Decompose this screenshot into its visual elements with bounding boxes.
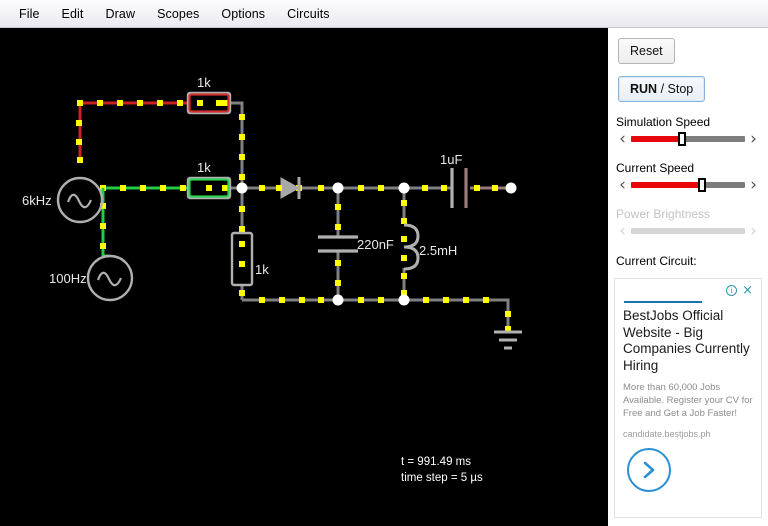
current-speed-row: ‹ › bbox=[616, 176, 760, 194]
ad-divider bbox=[624, 301, 702, 303]
ad-url[interactable]: candidate.bestjobs.ph bbox=[623, 429, 753, 439]
run-stop-button[interactable]: RUN / Stop bbox=[618, 76, 706, 102]
label-source-6khz: 6kHz bbox=[22, 193, 52, 208]
simulation-speed-label: Simulation Speed bbox=[616, 115, 711, 129]
power-brightness-track bbox=[631, 228, 745, 234]
run-label: RUN bbox=[630, 82, 658, 96]
wire-mid-green bbox=[100, 185, 188, 200]
label-capacitor-1uf: 1uF bbox=[440, 152, 462, 167]
ad-controls: i × bbox=[623, 283, 753, 298]
stop-label: / Stop bbox=[657, 82, 694, 96]
junction-node-b bbox=[332, 182, 344, 194]
simulation-speed-fill bbox=[631, 136, 683, 142]
junction-node-a bbox=[236, 182, 248, 194]
label-resistor-mid: 1k bbox=[197, 160, 211, 175]
chevron-left-icon[interactable]: ‹ bbox=[616, 130, 629, 148]
close-icon[interactable]: × bbox=[742, 284, 753, 297]
current-circuit-label: Current Circuit: bbox=[616, 254, 697, 268]
label-inductor: 2.5mH bbox=[419, 243, 457, 258]
output-terminal-node[interactable] bbox=[505, 182, 517, 194]
reset-button[interactable]: Reset bbox=[618, 38, 675, 64]
label-capacitor-220nf: 220nF bbox=[357, 237, 394, 252]
ac-source-6khz[interactable] bbox=[56, 157, 104, 224]
wire-top-red bbox=[76, 100, 188, 160]
ad-title[interactable]: BestJobs Official Website - Big Companie… bbox=[623, 308, 753, 374]
circuit-simulator-app: File Edit Draw Scopes Options Circuits .… bbox=[0, 0, 768, 526]
info-icon[interactable]: i bbox=[726, 285, 738, 296]
ground-symbol[interactable] bbox=[494, 330, 522, 350]
current-speed-fill bbox=[631, 182, 702, 188]
menu-item-options[interactable]: Options bbox=[210, 3, 276, 25]
label-source-100hz: 100Hz bbox=[49, 271, 87, 286]
capacitor-1uf[interactable] bbox=[450, 168, 468, 208]
sim-timestep: time step = 5 µs bbox=[401, 472, 483, 484]
ad-next-button[interactable] bbox=[627, 448, 671, 492]
simulation-status: t = 991.49 ms time step = 5 µs bbox=[401, 454, 483, 486]
wire-bottom-rail bbox=[242, 297, 511, 332]
inductor-2p5mh[interactable] bbox=[403, 223, 420, 271]
menu-bar: File Edit Draw Scopes Options Circuits bbox=[0, 0, 768, 28]
resistor-vertical-1k[interactable] bbox=[230, 231, 254, 287]
current-speed-label: Current Speed bbox=[616, 161, 695, 175]
junction-node-d bbox=[332, 294, 344, 306]
junction-node-c bbox=[398, 182, 410, 194]
chevron-right-icon bbox=[643, 461, 655, 479]
menu-item-circuits[interactable]: Circuits bbox=[276, 3, 340, 25]
label-resistor-top: 1k bbox=[197, 75, 211, 90]
current-speed-track[interactable] bbox=[631, 178, 745, 192]
power-brightness-row: ‹ › bbox=[616, 222, 760, 240]
diode[interactable] bbox=[276, 177, 301, 199]
current-speed-thumb[interactable] bbox=[697, 178, 706, 192]
chevron-left-icon: ‹ bbox=[619, 220, 626, 241]
wire-inductor-branch bbox=[401, 188, 407, 300]
advertisement-panel: i × BestJobs Official Website - Big Comp… bbox=[614, 278, 762, 518]
chevron-right-icon: › bbox=[750, 220, 757, 241]
capacitor-220nf[interactable] bbox=[318, 235, 358, 253]
current-speed-control: Current Speed ‹ › bbox=[614, 161, 760, 194]
power-brightness-label: Power Brightness bbox=[616, 207, 711, 221]
power-brightness-control: Power Brightness ‹ › bbox=[614, 207, 760, 240]
junction-node-e bbox=[398, 294, 410, 306]
wire-cap1-branch bbox=[335, 188, 341, 300]
ad-body-text: More than 60,000 Jobs Available. Registe… bbox=[623, 382, 753, 419]
ac-source-100hz[interactable] bbox=[86, 254, 134, 302]
menu-item-draw[interactable]: Draw bbox=[95, 3, 147, 25]
simulation-speed-track[interactable] bbox=[631, 132, 745, 146]
menu-item-file[interactable]: File bbox=[8, 3, 51, 25]
chevron-right-icon[interactable]: › bbox=[747, 130, 760, 148]
simulation-speed-thumb[interactable] bbox=[678, 132, 687, 146]
sim-time: t = 991.49 ms bbox=[401, 456, 471, 468]
simulation-speed-control: Simulation Speed ‹ › bbox=[614, 115, 760, 148]
chevron-left-icon[interactable]: ‹ bbox=[616, 176, 629, 194]
menu-item-edit[interactable]: Edit bbox=[51, 3, 95, 25]
simulation-speed-row: ‹ › bbox=[616, 130, 760, 148]
menu-item-scopes[interactable]: Scopes bbox=[146, 3, 210, 25]
chevron-right-icon[interactable]: › bbox=[747, 176, 760, 194]
circuit-canvas[interactable]: .w { stroke:#808080; stroke-width:3; fil… bbox=[0, 28, 608, 526]
label-resistor-vertical: 1k bbox=[255, 262, 269, 277]
